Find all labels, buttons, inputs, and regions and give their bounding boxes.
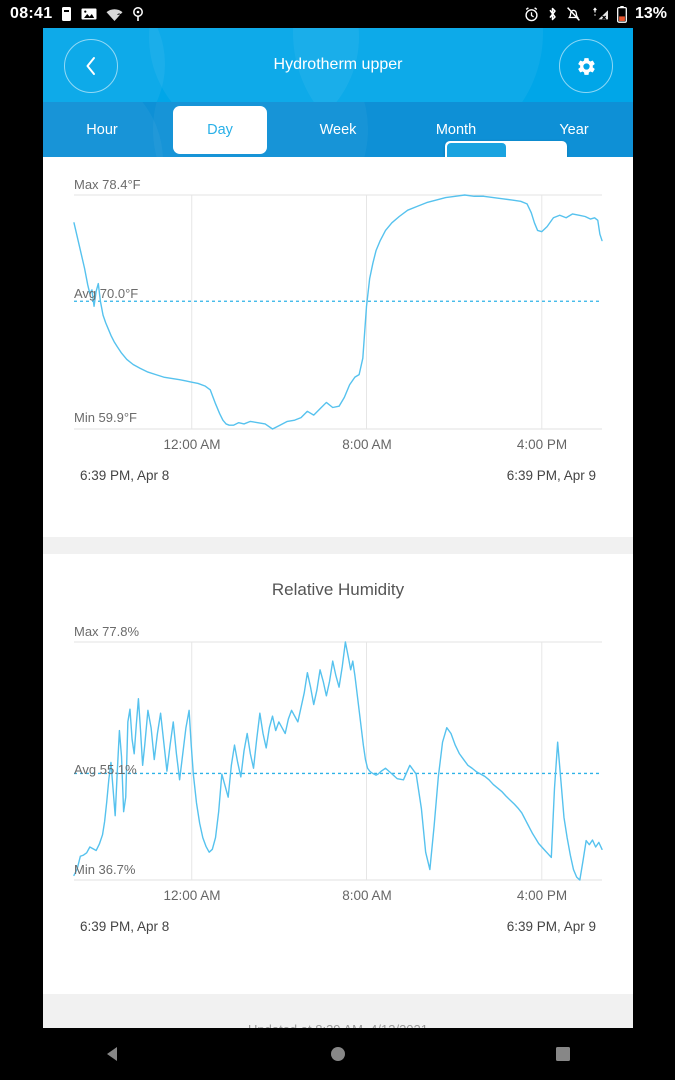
screenshot-icon [81, 7, 97, 21]
temperature-tick-0: 12:00 AM [163, 437, 221, 452]
gear-icon [576, 56, 597, 77]
location-icon [132, 6, 144, 22]
humidity-chart[interactable]: Max 77.8% Avg 55.1% Min 36.7% 12:00 AM 8… [43, 600, 633, 934]
chevron-left-icon [83, 55, 99, 77]
tab-week[interactable]: Week [279, 122, 397, 138]
humidity-tick-2: 4:00 PM [516, 888, 568, 903]
humidity-tick-1: 8:00 AM [342, 888, 392, 903]
svg-text:?: ? [117, 14, 121, 21]
sim-card-icon [61, 6, 72, 22]
tab-day[interactable]: Day [161, 105, 279, 154]
temperature-max-label: Max 78.4°F [74, 177, 141, 192]
battery-percent-label: 13% [634, 5, 667, 22]
tab-label: Month [435, 121, 477, 138]
notifications-muted-icon [566, 6, 581, 22]
alarm-icon [524, 6, 539, 22]
wifi-question-icon: ? [106, 7, 123, 21]
battery-icon [617, 5, 627, 23]
back-button[interactable] [64, 39, 118, 93]
status-bar-right: 13% [524, 0, 667, 28]
card-divider [43, 537, 633, 554]
home-circle-icon[interactable] [328, 1044, 348, 1064]
humidity-card: Relative Humidity Max 77.8% Avg 55.1% Mi… [43, 554, 633, 994]
unit-toggle-selected-segment[interactable] [447, 143, 506, 157]
temperature-chart[interactable]: Max 78.4°F Avg 70.0°F Min 59.9°F 12:00 A… [43, 157, 633, 483]
temperature-card: Max 78.4°F Avg 70.0°F Min 59.9°F 12:00 A… [43, 157, 633, 537]
bluetooth-icon [547, 6, 558, 22]
mobile-data-off-icon [589, 6, 609, 22]
status-bar-clock: 08:41 [10, 5, 53, 22]
page-title: Hydrotherm upper [273, 56, 403, 73]
app-window: Hydrotherm upper Hour Day Week Month Yea… [43, 28, 633, 1028]
settings-button[interactable] [559, 39, 613, 93]
humidity-plot [73, 641, 603, 881]
system-nav-bar [0, 1028, 675, 1080]
humidity-range-end: 6:39 PM, Apr 9 [506, 919, 596, 934]
status-bar-left: 08:41 ? [10, 0, 144, 28]
tab-label: Day [207, 121, 233, 138]
tab-label: Year [559, 121, 589, 138]
temperature-tick-1: 8:00 AM [342, 437, 392, 452]
humidity-range-start: 6:39 PM, Apr 8 [80, 919, 170, 934]
back-triangle-icon[interactable] [103, 1044, 123, 1064]
tab-hour[interactable]: Hour [43, 122, 161, 138]
recents-square-icon[interactable] [554, 1045, 572, 1063]
temperature-avg-label: Avg 70.0°F [74, 286, 139, 301]
temperature-range-start: 6:39 PM, Apr 8 [80, 468, 170, 483]
time-range-tabs: Hour Day Week Month Year [43, 102, 633, 157]
status-bar: 08:41 ? 13% [0, 0, 675, 28]
scroll-content[interactable]: Max 78.4°F Avg 70.0°F Min 59.9°F 12:00 A… [43, 157, 633, 1028]
humidity-max-label: Max 77.8% [74, 624, 140, 639]
humidity-tick-0: 12:00 AM [163, 888, 221, 903]
temperature-min-label: Min 59.9°F [74, 410, 138, 425]
humidity-min-label: Min 36.7% [74, 862, 136, 877]
humidity-chart-title: Relative Humidity [271, 580, 405, 599]
tab-label: Week [319, 121, 357, 138]
temperature-tick-2: 4:00 PM [516, 437, 568, 452]
temperature-plot [73, 194, 603, 430]
tab-year[interactable]: Year [515, 122, 633, 138]
phone-screen: 08:41 ? 13% Hydrotherm upper Hour Day We… [0, 0, 675, 1080]
app-header: Hydrotherm upper [43, 28, 633, 102]
humidity-avg-label: Avg 55.1% [74, 762, 137, 777]
temperature-range-end: 6:39 PM, Apr 9 [506, 468, 596, 483]
footer-strip: Updated at 8:39 AM, 4/13/2021 [43, 994, 633, 1028]
tab-month[interactable]: Month [397, 122, 515, 138]
tab-label: Hour [86, 121, 118, 138]
